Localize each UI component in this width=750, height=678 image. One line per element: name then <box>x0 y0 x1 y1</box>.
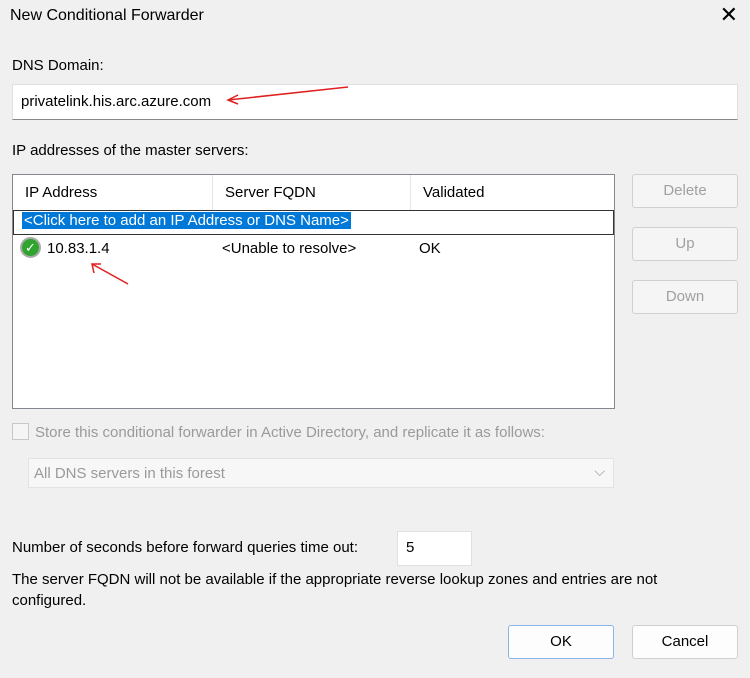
arrow-annotation-domain <box>226 86 349 105</box>
arrow-annotation-ip <box>91 263 129 285</box>
annotation-arrows <box>91 86 349 285</box>
